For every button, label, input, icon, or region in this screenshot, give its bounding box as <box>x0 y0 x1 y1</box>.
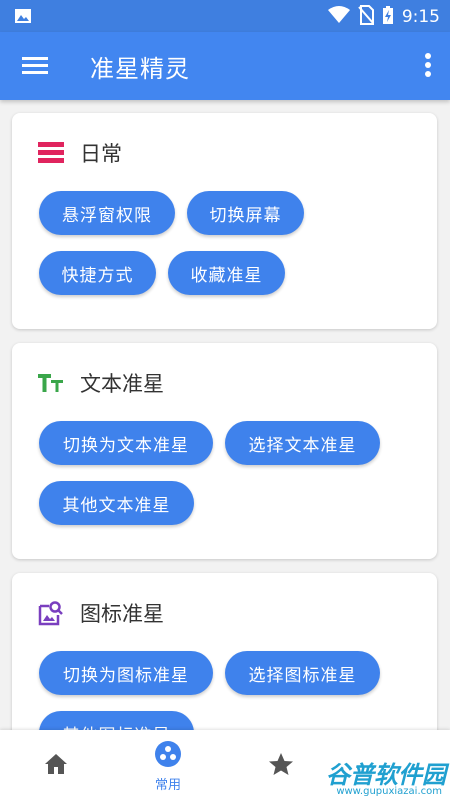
nav-item-common[interactable]: 常用 <box>128 730 208 800</box>
page-title: 准星精灵 <box>90 55 190 83</box>
select-text-crosshair-button[interactable]: 选择文本准星 <box>225 421 380 465</box>
other-text-crosshair-button[interactable]: 其他文本准星 <box>39 481 194 525</box>
star-icon <box>268 752 294 780</box>
shortcut-button[interactable]: 快捷方式 <box>39 251 156 295</box>
watermark-logo: 谷普软件园 <box>326 761 446 789</box>
select-icon-crosshair-button[interactable]: 选择图标准星 <box>225 651 380 695</box>
nav-item-home[interactable] <box>16 730 96 800</box>
status-time: 9:15 <box>401 7 440 27</box>
card-text-crosshair: 文本准星 切换为文本准星 选择文本准星 其他文本准星 <box>12 343 437 559</box>
text-format-icon <box>38 370 64 396</box>
daily-icon <box>38 140 64 166</box>
battery-charging-icon <box>382 5 394 29</box>
wifi-icon <box>327 6 350 28</box>
float-window-permission-button[interactable]: 悬浮窗权限 <box>39 191 175 235</box>
nav-label-common: 常用 <box>154 778 181 793</box>
home-icon <box>44 753 68 779</box>
switch-to-icon-crosshair-button[interactable]: 切换为图标准星 <box>39 651 213 695</box>
card-title: 文本准星 <box>80 372 164 396</box>
watermark-url: www.gupuxiazai.com <box>336 786 442 797</box>
gallery-notification-icon <box>14 8 32 28</box>
card-daily: 日常 悬浮窗权限 切换屏幕 快捷方式 收藏准星 <box>12 113 437 329</box>
status-bar: 9:15 <box>0 0 450 32</box>
common-icon <box>155 741 181 771</box>
content-scroll[interactable]: 日常 悬浮窗权限 切换屏幕 快捷方式 收藏准星 文本准星 切换为文本准星 选择文… <box>0 100 450 730</box>
image-search-icon <box>38 600 64 626</box>
more-options-icon[interactable] <box>424 50 432 80</box>
nav-item-favorites[interactable] <box>240 730 320 800</box>
other-icon-crosshair-button[interactable]: 其他图标准星 <box>39 711 194 730</box>
card-image-crosshair: 图标准星 切换为图标准星 选择图标准星 其他图标准星 <box>12 573 437 730</box>
menu-icon[interactable] <box>22 52 48 78</box>
switch-to-text-crosshair-button[interactable]: 切换为文本准星 <box>39 421 213 465</box>
switch-screen-button[interactable]: 切换屏幕 <box>187 191 304 235</box>
app-bar: 准星精灵 <box>0 32 450 100</box>
card-title: 日常 <box>80 142 122 166</box>
no-sim-icon <box>358 5 374 29</box>
favorite-crosshair-button[interactable]: 收藏准星 <box>168 251 285 295</box>
card-title: 图标准星 <box>80 602 164 626</box>
